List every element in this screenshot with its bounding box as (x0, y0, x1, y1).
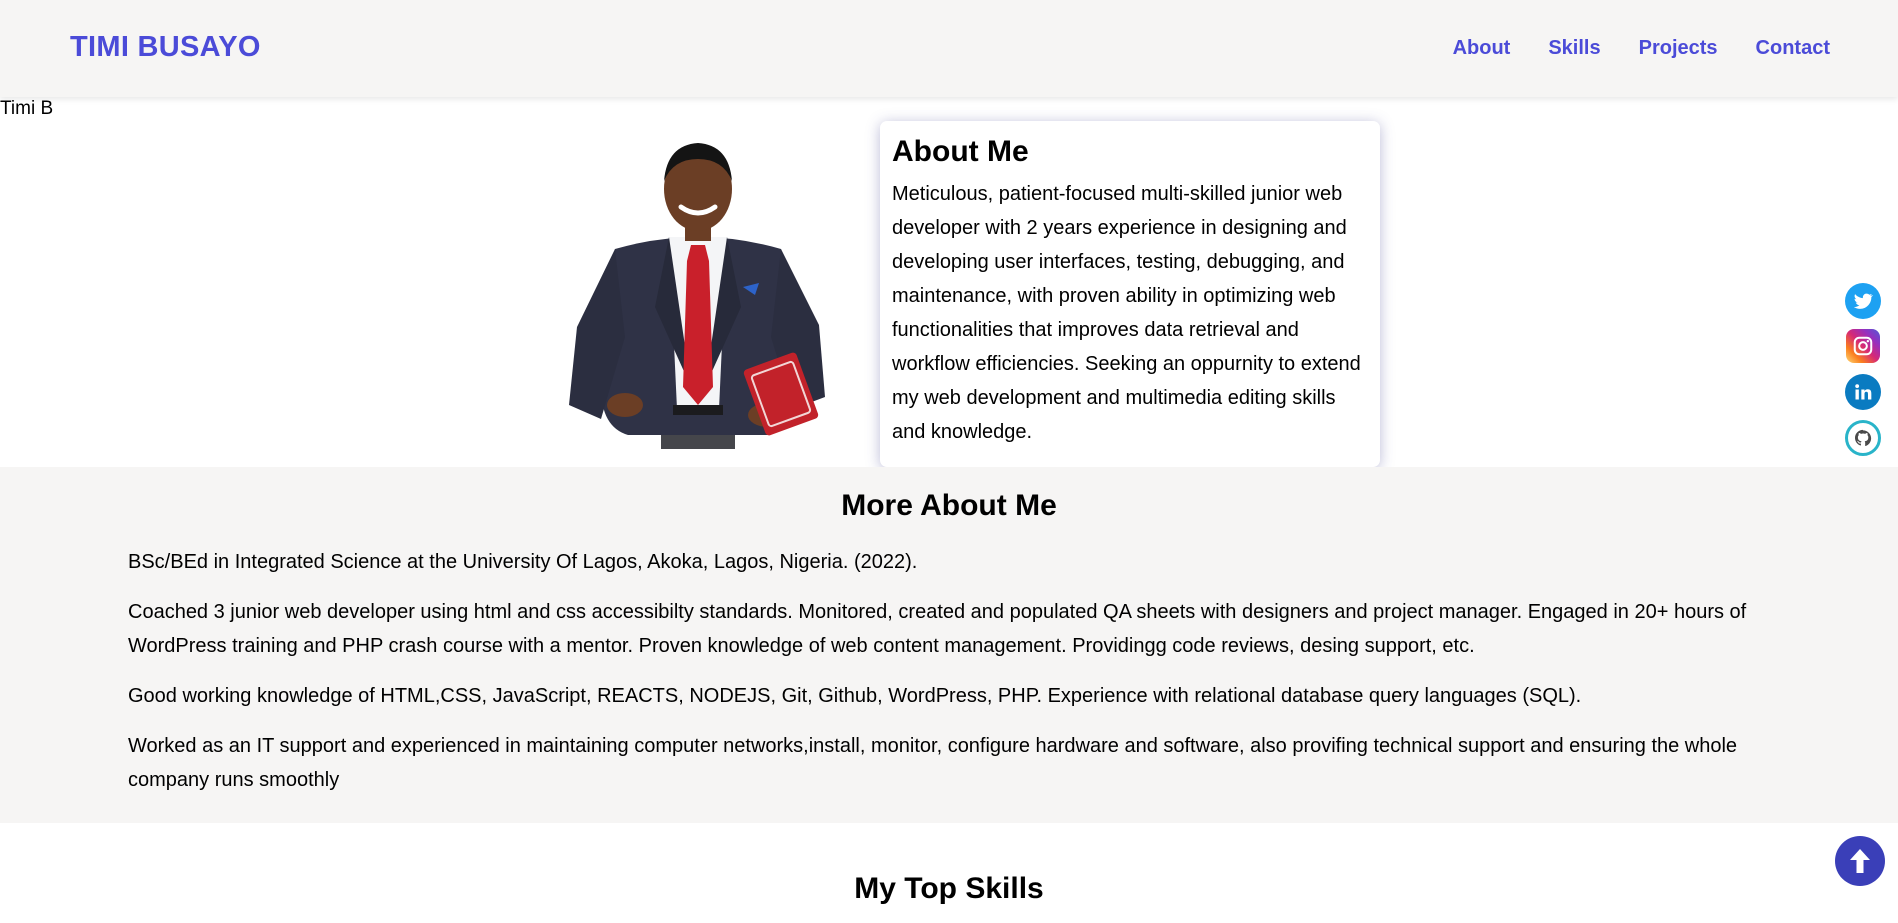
twitter-icon (1853, 293, 1874, 309)
instagram-icon (1853, 336, 1873, 356)
back-to-top-button[interactable] (1835, 836, 1885, 886)
more-about-section: More About Me BSc/BEd in Integrated Scie… (0, 467, 1898, 823)
profile-photo (569, 143, 825, 449)
about-me-card: About Me Meticulous, patient-focused mul… (880, 121, 1380, 467)
nav-link-projects[interactable]: Projects (1639, 37, 1718, 60)
more-about-list: BSc/BEd in Integrated Science at the Uni… (128, 545, 1778, 813)
linkedin-link[interactable] (1845, 374, 1881, 410)
twitter-link[interactable] (1845, 283, 1881, 319)
nav-link-skills[interactable]: Skills (1548, 37, 1600, 60)
more-about-paragraph-coaching: Coached 3 junior web developer using htm… (128, 601, 1747, 657)
about-me-title: About Me (892, 135, 1029, 168)
more-about-paragraph-it-support: Worked as an IT support and experienced … (128, 735, 1738, 791)
github-icon (1851, 426, 1875, 450)
more-about-title: More About Me (841, 489, 1057, 522)
navbar: TIMI BUSAYO About Skills Projects Contac… (0, 0, 1898, 97)
arrow-up-icon (1850, 849, 1870, 873)
about-me-text: Meticulous, patient-focused multi-skille… (892, 183, 1361, 443)
more-about-paragraph-education: BSc/BEd in Integrated Science at the Uni… (128, 551, 918, 573)
instagram-link[interactable] (1846, 329, 1880, 363)
nav-link-contact[interactable]: Contact (1756, 37, 1830, 60)
linkedin-icon (1855, 384, 1872, 400)
more-about-paragraph-knowledge: Good working knowledge of HTML,CSS, Java… (128, 685, 1582, 707)
top-skills-title: My Top Skills (854, 872, 1044, 905)
brand-logo[interactable]: TIMI BUSAYO (70, 31, 261, 64)
nav-link-about[interactable]: About (1453, 37, 1511, 60)
github-link[interactable] (1845, 420, 1881, 456)
profile-photo-alt-text: Timi B (0, 98, 54, 119)
main-nav: About Skills Projects Contact (1453, 37, 1830, 60)
